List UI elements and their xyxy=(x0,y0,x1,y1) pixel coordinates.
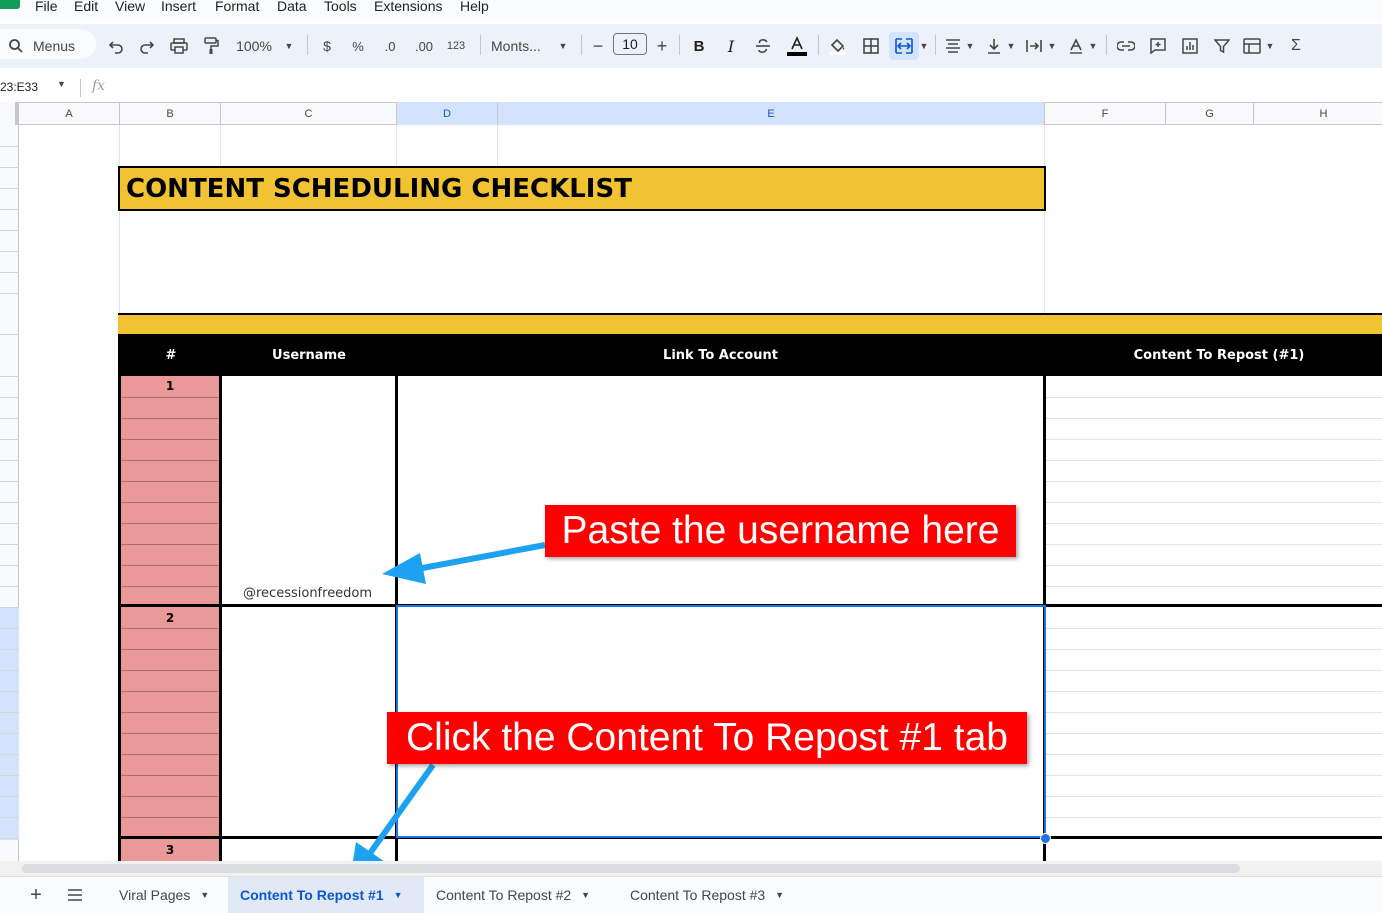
horizontal-scrollbar-thumb[interactable] xyxy=(22,864,1240,873)
callout-paste-username: Paste the username here xyxy=(545,505,1016,557)
tab-content-to-repost-1[interactable]: Content To Repost #1 ▼ xyxy=(228,877,424,913)
tab-label: Content To Repost #2 xyxy=(436,887,572,903)
tab-content-to-repost-3[interactable]: Content To Repost #3 ▼ xyxy=(618,877,814,913)
arrow-to-username xyxy=(382,542,546,584)
tab-label: Content To Repost #1 xyxy=(240,887,384,903)
tab-chevron-down-icon[interactable]: ▼ xyxy=(200,890,209,900)
tab-label: Content To Repost #3 xyxy=(630,887,766,903)
tab-label: Viral Pages xyxy=(119,887,191,903)
annotation-arrows xyxy=(350,542,546,880)
callout-click-tab: Click the Content To Repost #1 tab xyxy=(387,712,1027,764)
tab-viral-pages[interactable]: Viral Pages ▼ xyxy=(107,877,227,913)
add-sheet-icon[interactable]: + xyxy=(26,877,46,913)
tab-chevron-down-icon[interactable]: ▼ xyxy=(394,890,403,900)
tab-content-to-repost-2[interactable]: Content To Repost #2 ▼ xyxy=(424,877,618,913)
tab-chevron-down-icon[interactable]: ▼ xyxy=(775,890,784,900)
tab-chevron-down-icon[interactable]: ▼ xyxy=(581,890,590,900)
all-sheets-icon[interactable] xyxy=(64,877,86,913)
